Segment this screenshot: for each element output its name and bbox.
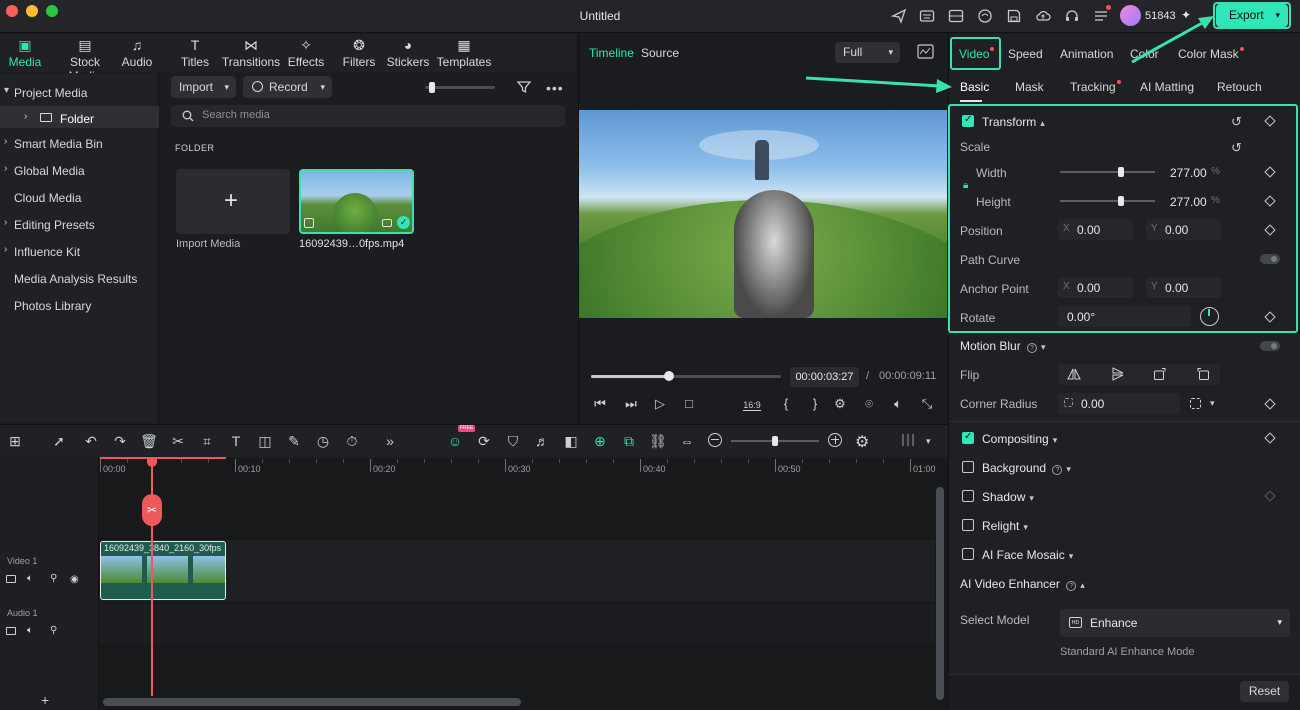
annotation-arrows bbox=[805, 16, 1214, 93]
arrow-to-basic-head bbox=[936, 79, 952, 93]
arrow-to-basic bbox=[805, 76, 941, 88]
arrow-to-export bbox=[1131, 20, 1205, 64]
